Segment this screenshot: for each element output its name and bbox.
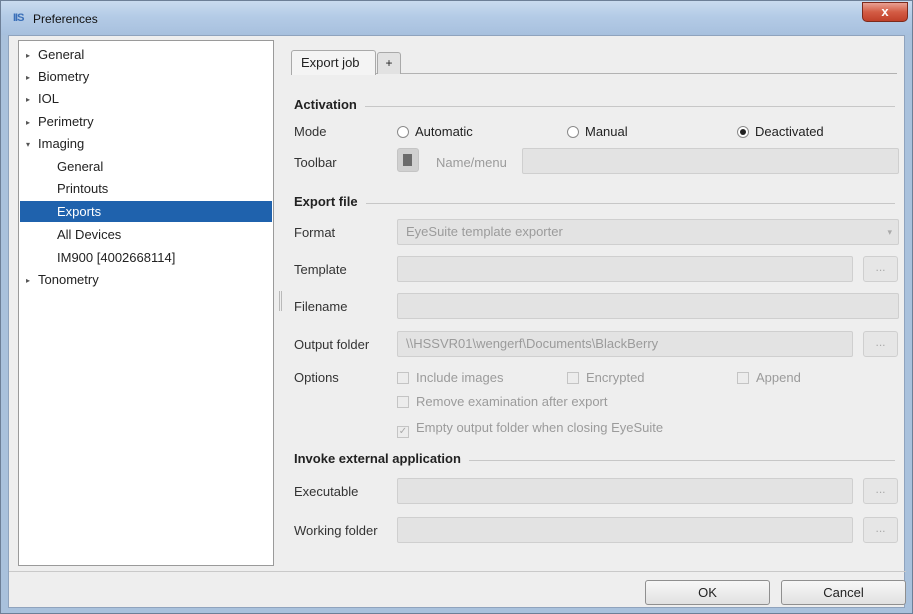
- tree-item-general[interactable]: ▸ General: [26, 44, 84, 65]
- radio-automatic[interactable]: Automatic: [397, 124, 473, 139]
- dropdown-arrow-icon[interactable]: ▾: [887, 220, 892, 244]
- tree-item-perimetry[interactable]: ▸ Perimetry: [26, 111, 94, 132]
- toolbar-label: Toolbar: [294, 155, 337, 170]
- radio-dot[interactable]: [397, 126, 409, 138]
- tree-item-all-devices[interactable]: All Devices: [57, 224, 121, 245]
- tree-item-biometry[interactable]: ▸ Biometry: [26, 66, 89, 87]
- toolbar-name-input[interactable]: [522, 148, 899, 174]
- output-folder-input[interactable]: \\HSSVR01\wengerf\Documents\BlackBerry: [397, 331, 853, 357]
- checkbox-encrypted[interactable]: Encrypted: [567, 370, 645, 385]
- tree-item-label: IOL: [38, 91, 59, 106]
- executable-browse-button[interactable]: ...: [863, 478, 898, 504]
- tree-item-imaging-general[interactable]: General: [57, 156, 103, 177]
- executable-label: Executable: [294, 484, 359, 499]
- window-title: Preferences: [33, 12, 98, 26]
- radio-label: Deactivated: [755, 124, 824, 139]
- checkbox-label: Append: [756, 370, 801, 385]
- template-label: Template: [294, 262, 347, 277]
- add-tab-button[interactable]: +: [377, 52, 401, 74]
- checkbox-box[interactable]: [397, 396, 409, 408]
- radio-dot[interactable]: [567, 126, 579, 138]
- filename-label: Filename: [294, 299, 348, 314]
- expand-arrow-icon[interactable]: ▸: [26, 112, 38, 133]
- expand-arrow-icon[interactable]: ▸: [26, 67, 38, 88]
- tree-item-tonometry[interactable]: ▸ Tonometry: [26, 269, 99, 290]
- checkbox-box[interactable]: [567, 372, 579, 384]
- tree-item-im900[interactable]: IM900 [4002668114]: [57, 247, 175, 268]
- checkbox-box[interactable]: [737, 372, 749, 384]
- radio-dot-selected[interactable]: [737, 126, 749, 138]
- executable-input[interactable]: [397, 478, 853, 504]
- tree-item-label: General: [38, 47, 85, 62]
- filename-input[interactable]: [397, 293, 899, 319]
- checkbox-box[interactable]: [397, 372, 409, 384]
- format-value: EyeSuite template exporter: [406, 224, 563, 239]
- working-folder-label: Working folder: [294, 523, 378, 538]
- cancel-button[interactable]: Cancel: [781, 580, 906, 605]
- toolbar-book-icon[interactable]: [397, 148, 419, 172]
- template-browse-button[interactable]: ...: [863, 256, 898, 282]
- checkbox-remove-examination[interactable]: Remove examination after export: [397, 394, 607, 409]
- format-label: Format: [294, 225, 336, 240]
- ok-button[interactable]: OK: [645, 580, 770, 605]
- section-divider: [299, 106, 895, 107]
- tree-item-imaging[interactable]: ▾ Imaging: [26, 133, 84, 154]
- toolbar-name-placeholder: Name/menu: [436, 155, 507, 170]
- tree-item-label: Imaging: [38, 136, 85, 151]
- dialog-body: ▸ General ▸ Biometry ▸ IOL ▸ Perimetry ▾ Imag…: [8, 35, 906, 608]
- expand-arrow-icon[interactable]: ▸: [26, 89, 38, 110]
- format-dropdown[interactable]: EyeSuite template exporter ▾: [397, 219, 899, 245]
- mode-label: Mode: [294, 124, 327, 139]
- title-bar[interactable]: IIS Preferences x: [1, 1, 912, 35]
- tree-item-printouts[interactable]: Printouts: [57, 178, 108, 199]
- working-folder-browse-button[interactable]: ...: [863, 517, 898, 543]
- section-heading-external: Invoke external application: [294, 451, 469, 466]
- checkbox-label: Include images: [416, 370, 504, 385]
- tree-item-label: Biometry: [38, 69, 90, 84]
- tree-item-exports[interactable]: Exports: [20, 201, 272, 222]
- tab-export-job[interactable]: Export job: [291, 50, 376, 75]
- tree-item-label: Tonometry: [38, 272, 99, 287]
- checkbox-label: Remove examination after export: [416, 394, 608, 409]
- checkbox-empty-output-folder[interactable]: ✓ Empty output folder when closing EyeSui…: [397, 420, 663, 438]
- working-folder-input[interactable]: [397, 517, 853, 543]
- tree-item-iol[interactable]: ▸ IOL: [26, 88, 59, 109]
- radio-manual[interactable]: Manual: [567, 124, 628, 139]
- close-button[interactable]: x: [862, 2, 908, 22]
- radio-label: Automatic: [415, 124, 473, 139]
- radio-label: Manual: [585, 124, 628, 139]
- preferences-window: IIS Preferences x ▸ General ▸ Biometry ▸ IO…: [0, 0, 913, 614]
- footer-divider: [9, 571, 906, 572]
- checkbox-append[interactable]: Append: [737, 370, 801, 385]
- radio-deactivated[interactable]: Deactivated: [737, 124, 824, 139]
- checkmark-icon[interactable]: ✓: [397, 426, 409, 438]
- template-input[interactable]: [397, 256, 853, 282]
- checkbox-label: Encrypted: [586, 370, 645, 385]
- expand-arrow-icon[interactable]: ▸: [26, 270, 38, 291]
- expand-arrow-icon[interactable]: ▸: [26, 45, 38, 66]
- section-heading-activation: Activation: [294, 97, 365, 112]
- checkbox-include-images[interactable]: Include images: [397, 370, 503, 385]
- tab-bar: Export job +: [291, 48, 897, 75]
- section-divider: [299, 203, 895, 204]
- preferences-tree[interactable]: ▸ General ▸ Biometry ▸ IOL ▸ Perimetry ▾ Imag…: [18, 40, 274, 566]
- checkbox-label: Empty output folder when closing EyeSuit…: [416, 420, 664, 435]
- output-folder-label: Output folder: [294, 337, 370, 352]
- tree-item-label: Perimetry: [38, 114, 94, 129]
- output-folder-browse-button[interactable]: ...: [863, 331, 898, 357]
- app-icon: IIS: [13, 12, 24, 24]
- splitter-handle[interactable]: [279, 291, 282, 311]
- options-label: Options: [294, 370, 339, 385]
- section-heading-export-file: Export file: [294, 194, 366, 209]
- collapse-arrow-icon[interactable]: ▾: [26, 134, 38, 155]
